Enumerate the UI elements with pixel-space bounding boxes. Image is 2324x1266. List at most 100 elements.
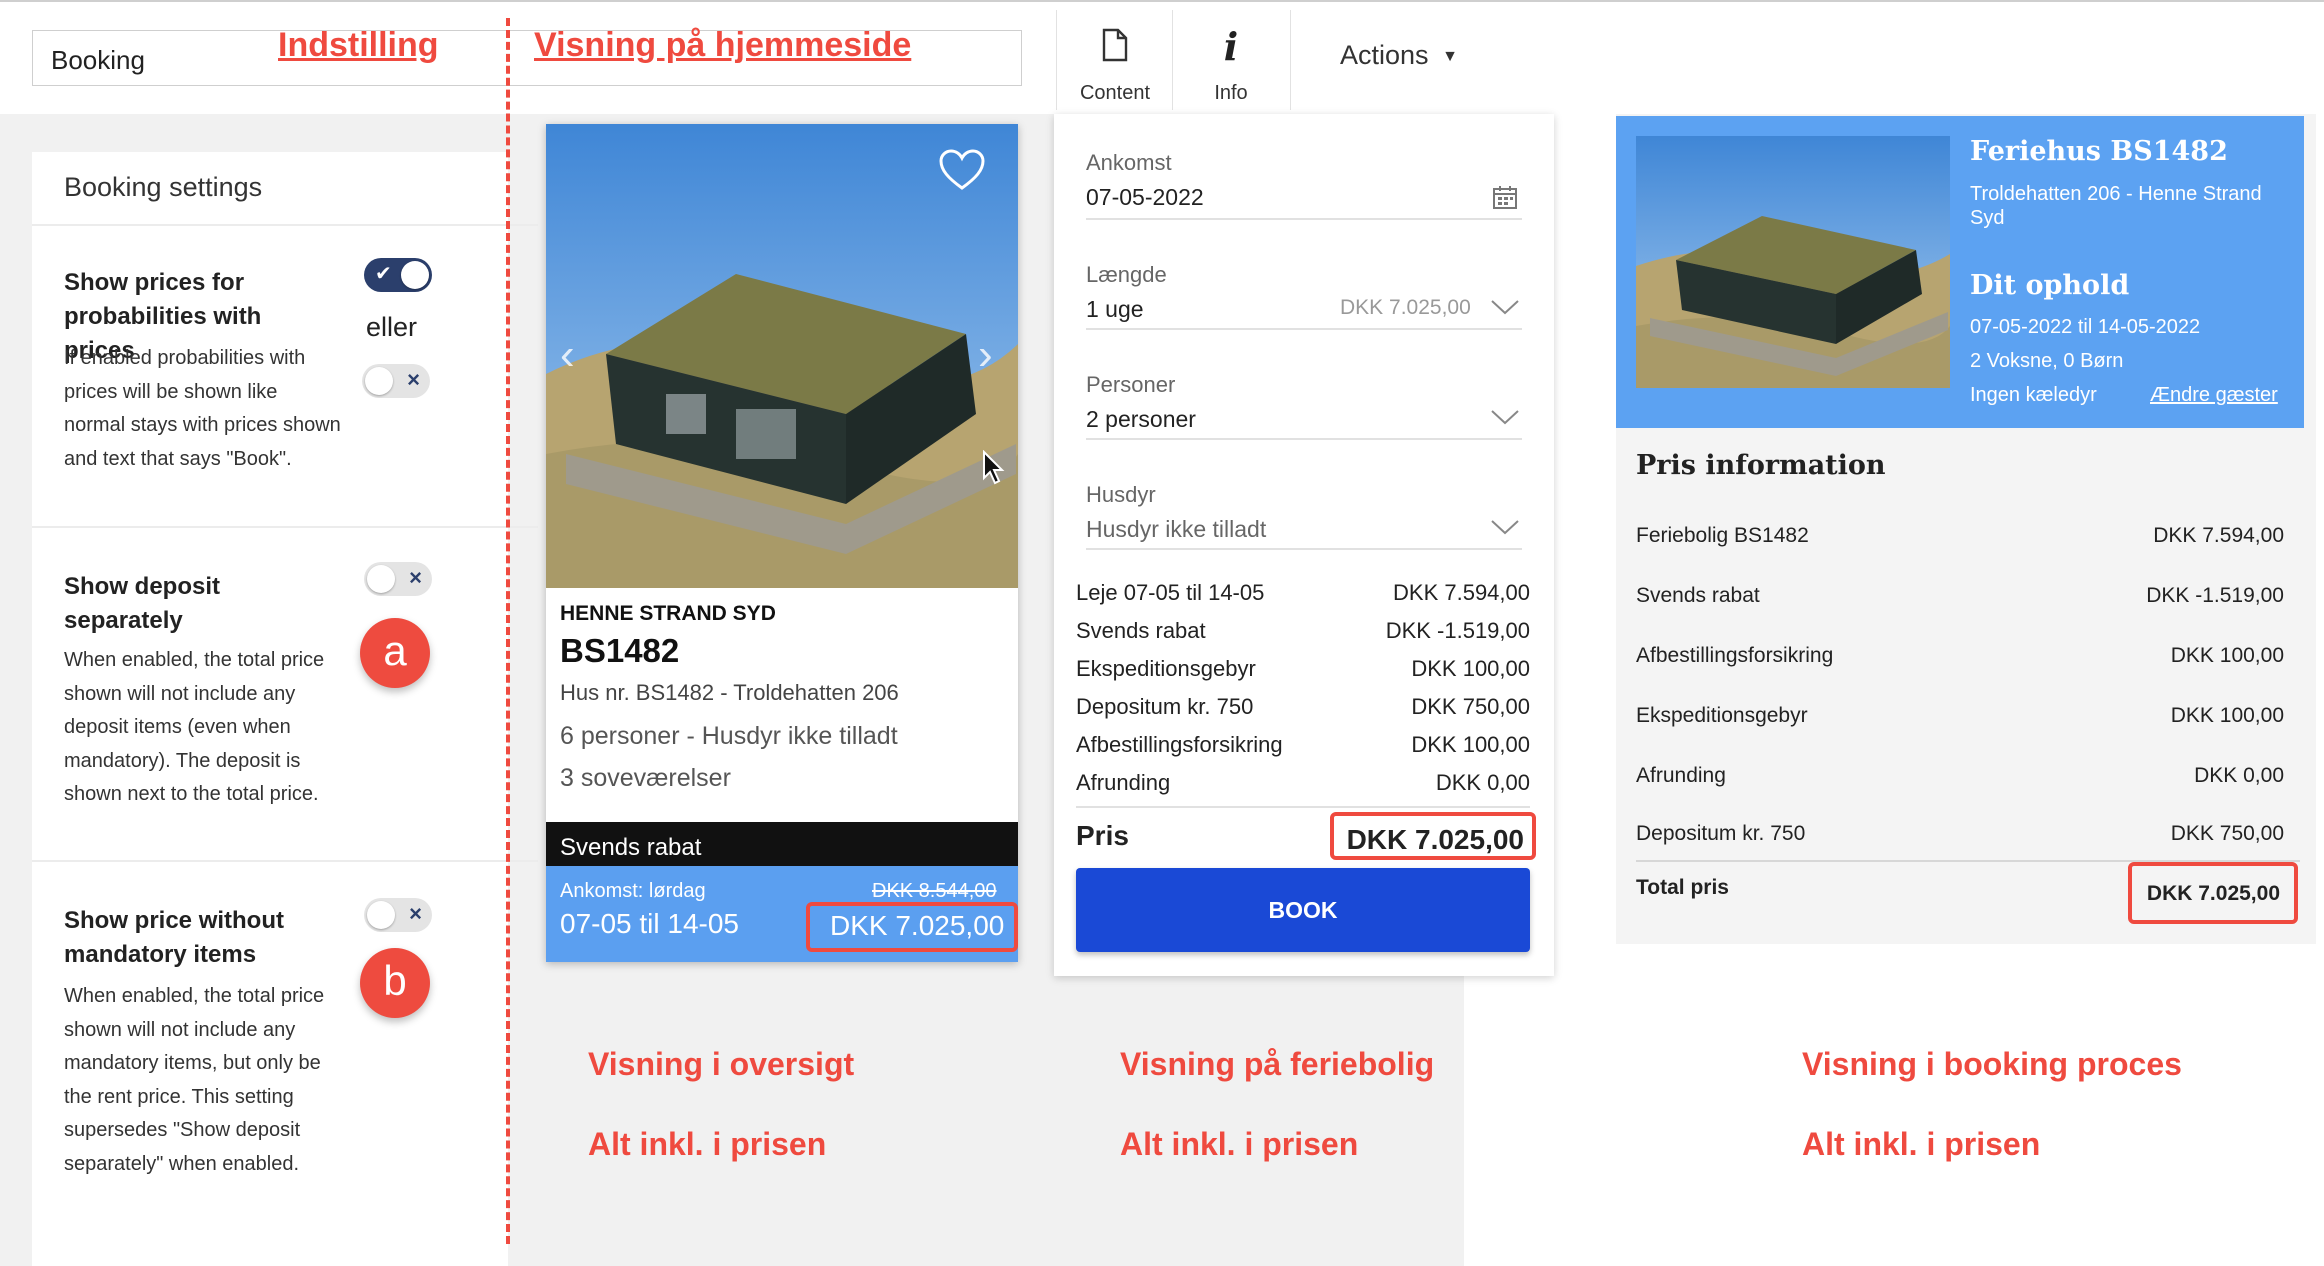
toggle-show-prices-off[interactable]: ×: [362, 364, 430, 398]
settings-title: Booking settings: [64, 172, 263, 202]
actions-dropdown[interactable]: Actions ▼: [1340, 40, 1458, 71]
setting-desc-mandatory: When enabled, the total price shown will…: [64, 985, 325, 1175]
total-price-value: DKK 7.025,00: [1346, 824, 1524, 855]
price-line-value: DKK 7.594,00: [2153, 524, 2284, 547]
change-guests-link[interactable]: Ændre gæster: [2150, 384, 2278, 407]
annotation-included: Alt inkl. i prisen: [1120, 1126, 1359, 1162]
length-price: DKK 7.025,00: [1340, 296, 1471, 319]
price-line-label: Afbestillingsforsikring: [1636, 644, 1834, 667]
card-house-code: BS1482: [560, 632, 680, 669]
setting-desc-deposit: When enabled, the total price shown will…: [64, 649, 325, 806]
mouse-cursor-icon: [983, 450, 1005, 485]
stay-guests: 2 Voksne, 0 Børn: [1970, 350, 2124, 372]
pets-select[interactable]: Husdyr ikke tilladt: [1086, 516, 1266, 543]
price-line-value: DKK 0,00: [1435, 770, 1530, 795]
price-line-value: DKK -1.519,00: [2146, 584, 2284, 607]
info-icon: i: [1223, 24, 1239, 69]
caret-down-icon: ▼: [1442, 48, 1458, 65]
price-line-value: DKK 750,00: [2170, 822, 2284, 845]
price-line-label: Depositum kr. 750: [1076, 694, 1254, 719]
arrival-field[interactable]: 07-05-2022: [1086, 184, 1204, 211]
heart-icon[interactable]: [938, 148, 986, 192]
card-price: DKK 7.025,00: [830, 910, 1005, 941]
setting-desc-prices: If enabled probabilities with prices wil…: [64, 347, 341, 470]
annotation-booking-process: Visning i booking proces: [1802, 1046, 2182, 1082]
chevron-down-icon[interactable]: [1490, 408, 1520, 426]
badge-a: a: [360, 618, 430, 688]
field-underline: [1086, 438, 1522, 440]
toggle-knob: [401, 261, 429, 289]
price-line-label: Svends rabat: [1076, 618, 1206, 643]
book-button[interactable]: BOOK: [1076, 868, 1530, 952]
divider: [32, 860, 538, 862]
setting-title-mandatory: Show price without mandatory items: [64, 907, 284, 968]
total-price-value: DKK 7.025,00: [2146, 882, 2280, 905]
page-title: Booking: [51, 45, 145, 75]
toggle-show-deposit[interactable]: ×: [364, 562, 432, 596]
annotation-settings: Indstilling: [278, 26, 439, 64]
annotation-website-display: Visning på hjemmeside: [534, 26, 912, 64]
length-select[interactable]: 1 uge: [1086, 296, 1144, 323]
calendar-icon[interactable]: [1492, 184, 1518, 210]
price-line-value: DKK -1.519,00: [1385, 618, 1530, 643]
discount-bar: Svends rabat: [546, 822, 1018, 866]
persons-select[interactable]: 2 personer: [1086, 406, 1196, 433]
old-price: DKK 8.544,00: [872, 880, 997, 902]
stay-title: Dit ophold: [1970, 270, 2130, 301]
price-line-value: DKK 100,00: [1411, 732, 1530, 757]
price-info-title: Pris information: [1636, 450, 1886, 481]
price-line-value: DKK 100,00: [2170, 704, 2284, 727]
price-line-value: DKK 100,00: [2170, 644, 2284, 667]
total-price-label: Pris: [1076, 820, 1129, 851]
card-rooms: 3 soveværelser: [560, 764, 731, 792]
x-icon: ×: [409, 901, 422, 926]
stay-pets: Ingen kæledyr: [1970, 384, 2097, 406]
field-underline: [1086, 548, 1522, 550]
price-line-label: Svends rabat: [1636, 584, 1760, 607]
price-line-label: Leje 07-05 til 14-05: [1076, 580, 1265, 605]
house-thumbnail: [1636, 136, 1950, 388]
toolbar-divider: [1290, 10, 1291, 110]
toggle-knob: [367, 565, 395, 593]
x-icon: ×: [407, 367, 420, 392]
arrival-field-label: Ankomst: [1086, 150, 1172, 175]
arrival-label: Ankomst: lørdag: [560, 880, 706, 902]
persons-field-label: Personer: [1086, 372, 1176, 397]
divider: [32, 224, 538, 226]
price-line-label: Afrunding: [1076, 770, 1171, 795]
field-underline: [1086, 328, 1522, 330]
total-price-highlight-box: DKK 7.025,00: [2128, 862, 2298, 924]
chevron-right-icon[interactable]: ›: [978, 330, 993, 380]
discount-label: Svends rabat: [560, 834, 702, 861]
toggle-show-price-without-mandatory[interactable]: ×: [364, 898, 432, 932]
price-line-label: Depositum kr. 750: [1636, 822, 1806, 845]
annotation-included: Alt inkl. i prisen: [588, 1126, 827, 1162]
total-price-label: Total pris: [1636, 876, 1729, 899]
annotation-holiday-home: Visning på feriebolig: [1120, 1046, 1435, 1082]
pets-field-label: Husdyr: [1086, 482, 1156, 507]
chevron-left-icon[interactable]: ‹: [560, 330, 575, 380]
setting-title-deposit: Show deposit separately: [64, 573, 220, 634]
chevron-down-icon[interactable]: [1490, 518, 1520, 536]
card-address: Hus nr. BS1482 - Troldehatten 206: [560, 680, 899, 705]
or-label: eller: [366, 312, 418, 342]
content-button[interactable]: Content: [1058, 10, 1172, 110]
price-line-value: DKK 100,00: [1411, 656, 1530, 681]
length-field-label: Længde: [1086, 262, 1167, 287]
annotation-overview: Visning i oversigt: [588, 1046, 855, 1082]
house-address: Troldehatten 206 - Henne Strand Syd: [1970, 183, 2262, 229]
divider: [32, 526, 538, 528]
x-icon: ×: [409, 565, 422, 590]
check-icon: ✔: [375, 263, 392, 285]
price-line-value: DKK 0,00: [2194, 764, 2284, 787]
stay-dates: 07-05-2022 til 14-05-2022: [1970, 316, 2201, 338]
toggle-show-prices-on[interactable]: ✔: [364, 258, 432, 292]
total-price-highlight-box: DKK 7.025,00: [1330, 812, 1536, 860]
chevron-down-icon[interactable]: [1490, 298, 1520, 316]
badge-b: b: [360, 948, 430, 1018]
price-line-value: DKK 7.594,00: [1393, 580, 1530, 605]
house-photo: [546, 124, 1018, 588]
toolbar-divider: [1056, 10, 1057, 110]
info-button[interactable]: i Info: [1174, 10, 1288, 110]
price-line-label: Afbestillingsforsikring: [1076, 732, 1283, 757]
